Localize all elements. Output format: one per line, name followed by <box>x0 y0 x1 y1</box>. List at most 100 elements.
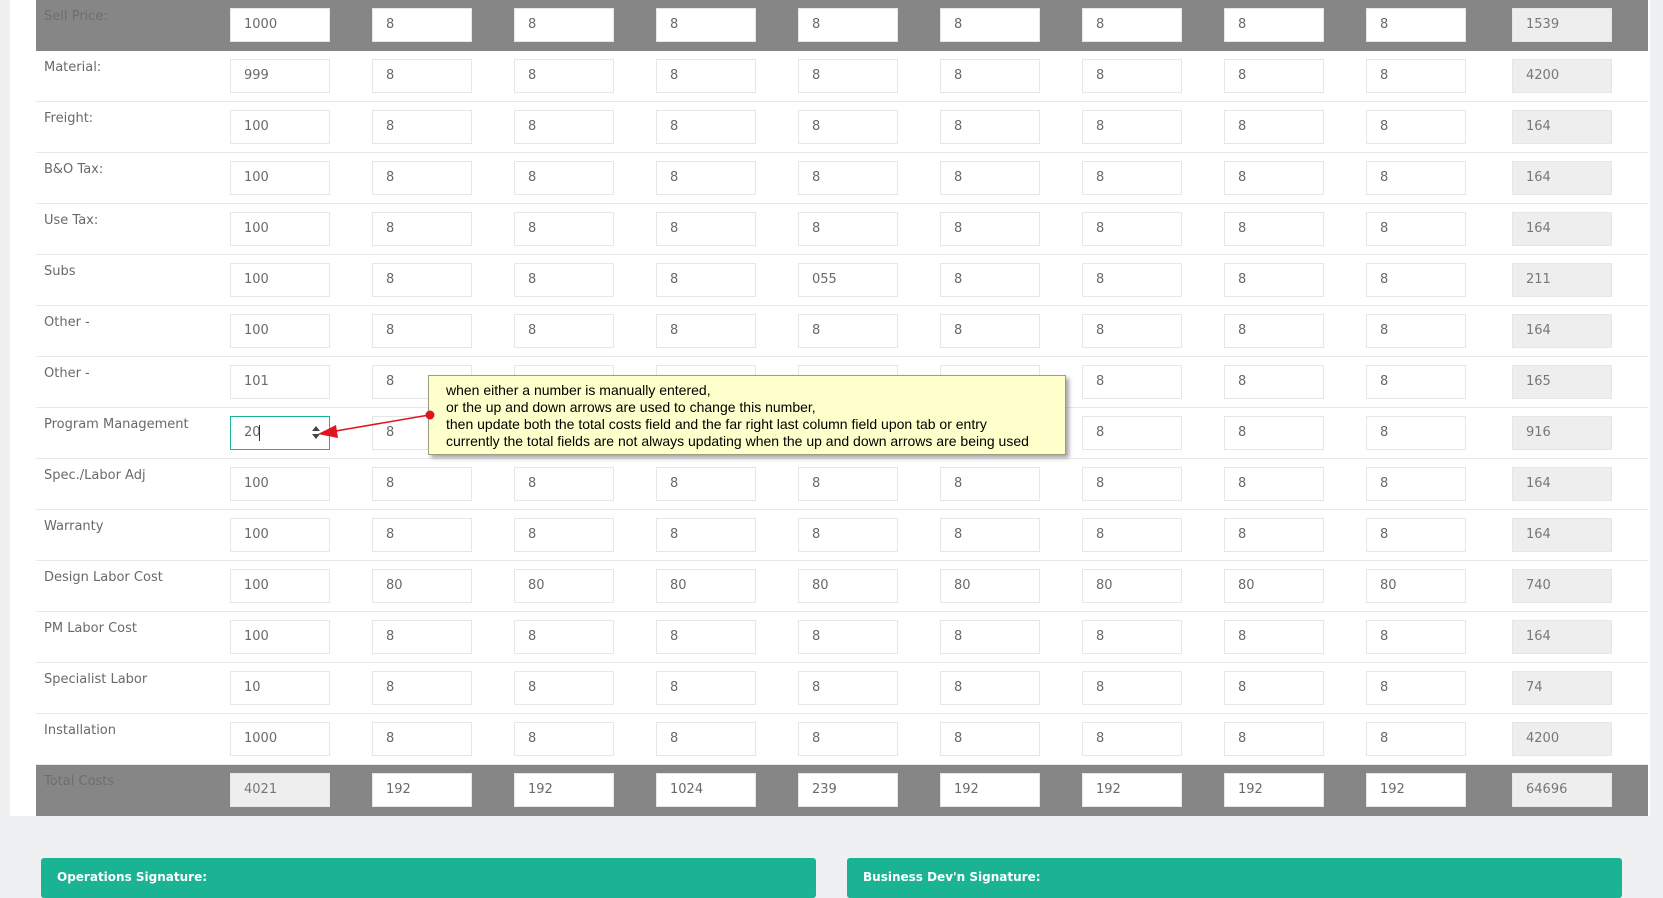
number-input[interactable]: 8 <box>1366 722 1466 756</box>
number-input[interactable]: 80 <box>940 569 1040 603</box>
number-input[interactable]: 8 <box>940 212 1040 246</box>
number-input[interactable]: 10 <box>230 671 330 705</box>
number-input[interactable]: 8 <box>372 314 472 348</box>
number-input[interactable]: 8 <box>1224 59 1324 93</box>
number-input[interactable]: 8 <box>1366 8 1466 42</box>
number-input[interactable]: 8 <box>1224 722 1324 756</box>
number-input[interactable]: 80 <box>372 569 472 603</box>
number-input[interactable]: 8 <box>798 59 898 93</box>
number-input[interactable]: 8 <box>1082 722 1182 756</box>
number-input[interactable]: 80 <box>798 569 898 603</box>
number-input[interactable]: 8 <box>1366 365 1466 399</box>
number-input[interactable]: 192 <box>1224 773 1324 807</box>
spinner-up-icon[interactable] <box>312 426 320 431</box>
number-input[interactable]: 8 <box>940 671 1040 705</box>
number-input[interactable]: 100 <box>230 569 330 603</box>
number-input[interactable]: 8 <box>514 8 614 42</box>
number-input[interactable]: 8 <box>1224 365 1324 399</box>
number-input[interactable]: 8 <box>372 722 472 756</box>
number-input[interactable]: 1000 <box>230 8 330 42</box>
number-input[interactable]: 100 <box>230 110 330 144</box>
number-input[interactable]: 80 <box>656 569 756 603</box>
number-input[interactable]: 8 <box>656 161 756 195</box>
number-input[interactable]: 8 <box>1082 671 1182 705</box>
number-input[interactable]: 8 <box>940 59 1040 93</box>
number-input[interactable]: 8 <box>940 161 1040 195</box>
number-input[interactable]: 8 <box>1224 161 1324 195</box>
number-input[interactable]: 8 <box>1082 263 1182 297</box>
number-input[interactable]: 8 <box>372 518 472 552</box>
number-input[interactable]: 8 <box>1366 263 1466 297</box>
number-input[interactable]: 8 <box>1224 314 1324 348</box>
number-input[interactable]: 80 <box>514 569 614 603</box>
number-input[interactable]: 8 <box>1366 671 1466 705</box>
number-input[interactable]: 8 <box>514 620 614 654</box>
number-input[interactable]: 8 <box>1366 620 1466 654</box>
number-input[interactable]: 8 <box>940 314 1040 348</box>
number-input[interactable]: 80 <box>1224 569 1324 603</box>
number-input[interactable]: 8 <box>656 467 756 501</box>
number-input[interactable]: 100 <box>230 467 330 501</box>
number-input[interactable]: 8 <box>1366 416 1466 450</box>
number-input[interactable]: 8 <box>1082 212 1182 246</box>
number-input[interactable]: 1000 <box>230 722 330 756</box>
number-input[interactable]: 055 <box>798 263 898 297</box>
number-input[interactable]: 8 <box>656 263 756 297</box>
number-input[interactable]: 1024 <box>656 773 756 807</box>
number-input[interactable]: 8 <box>656 314 756 348</box>
number-input[interactable]: 8 <box>372 8 472 42</box>
number-input[interactable]: 999 <box>230 59 330 93</box>
number-input[interactable]: 8 <box>1224 620 1324 654</box>
number-input[interactable]: 8 <box>372 263 472 297</box>
number-input[interactable]: 8 <box>1082 365 1182 399</box>
number-input[interactable]: 8 <box>1224 467 1324 501</box>
number-input[interactable]: 192 <box>372 773 472 807</box>
number-input[interactable]: 8 <box>940 263 1040 297</box>
number-input[interactable]: 8 <box>656 59 756 93</box>
number-input[interactable]: 8 <box>514 263 614 297</box>
number-input[interactable]: 8 <box>372 110 472 144</box>
number-input[interactable]: 8 <box>514 59 614 93</box>
number-input[interactable]: 100 <box>230 620 330 654</box>
number-input[interactable]: 8 <box>1366 161 1466 195</box>
number-input[interactable]: 8 <box>372 59 472 93</box>
number-input[interactable]: 8 <box>656 518 756 552</box>
number-input[interactable]: 8 <box>798 467 898 501</box>
number-input[interactable]: 8 <box>1366 59 1466 93</box>
number-input[interactable]: 8 <box>514 518 614 552</box>
number-input[interactable]: 8 <box>1082 518 1182 552</box>
number-input[interactable]: 100 <box>230 212 330 246</box>
number-input[interactable]: 8 <box>1366 518 1466 552</box>
number-input[interactable]: 8 <box>514 110 614 144</box>
number-input[interactable]: 8 <box>1366 110 1466 144</box>
number-input[interactable]: 8 <box>940 8 1040 42</box>
number-input[interactable]: 8 <box>656 8 756 42</box>
number-input[interactable]: 8 <box>1224 110 1324 144</box>
number-input[interactable]: 8 <box>798 518 898 552</box>
number-input[interactable]: 8 <box>514 722 614 756</box>
number-input[interactable]: 8 <box>1082 467 1182 501</box>
number-input[interactable]: 101 <box>230 365 330 399</box>
number-input[interactable]: 8 <box>1224 416 1324 450</box>
number-input[interactable]: 8 <box>372 161 472 195</box>
number-input[interactable]: 8 <box>1224 263 1324 297</box>
number-input[interactable]: 8 <box>1224 212 1324 246</box>
number-input[interactable]: 8 <box>514 671 614 705</box>
number-input[interactable]: 8 <box>1082 161 1182 195</box>
number-input[interactable]: 8 <box>514 314 614 348</box>
number-input[interactable]: 192 <box>1082 773 1182 807</box>
number-input[interactable]: 8 <box>798 620 898 654</box>
number-input[interactable]: 100 <box>230 314 330 348</box>
number-input[interactable]: 8 <box>656 212 756 246</box>
number-input[interactable]: 8 <box>656 671 756 705</box>
number-input[interactable]: 8 <box>1082 620 1182 654</box>
number-input[interactable]: 8 <box>372 671 472 705</box>
number-input[interactable]: 8 <box>372 212 472 246</box>
number-input[interactable]: 239 <box>798 773 898 807</box>
number-input[interactable]: 192 <box>1366 773 1466 807</box>
number-input[interactable]: 8 <box>798 671 898 705</box>
number-input[interactable]: 100 <box>230 518 330 552</box>
number-input[interactable]: 8 <box>940 467 1040 501</box>
number-input[interactable]: 192 <box>514 773 614 807</box>
number-input[interactable]: 8 <box>1082 59 1182 93</box>
